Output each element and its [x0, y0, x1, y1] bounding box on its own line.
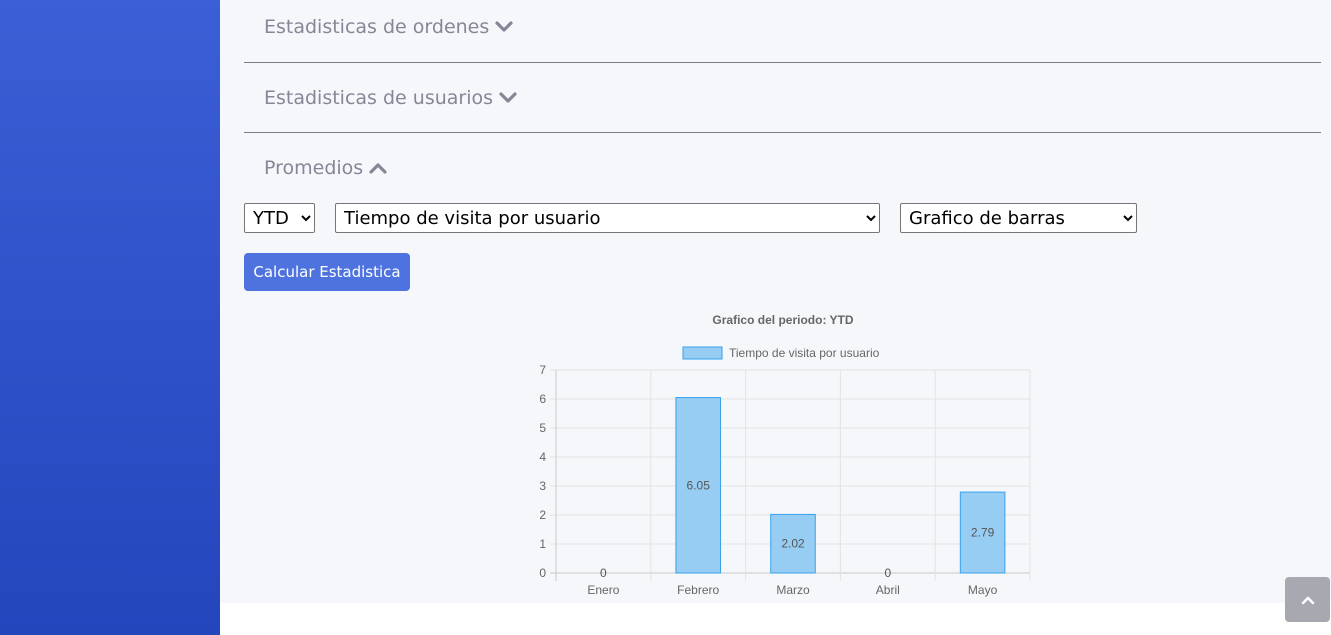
x-tick-label: Marzo — [776, 583, 810, 597]
y-tick-label: 0 — [539, 566, 546, 580]
section-orders-label: Estadisticas de ordenes — [264, 16, 490, 38]
section-orders-toggle[interactable]: Estadisticas de ordenes — [264, 15, 513, 39]
section-divider — [244, 132, 1321, 133]
chevron-down-icon — [495, 21, 513, 32]
chart-legend: Tiempo de visita por usuario — [682, 346, 880, 360]
main-content: Estadisticas de ordenes Estadisticas de … — [220, 0, 1331, 603]
sidebar — [0, 0, 220, 635]
x-tick-label: Mayo — [968, 583, 998, 597]
x-tick-label: Febrero — [677, 583, 719, 597]
legend-swatch — [682, 346, 723, 360]
y-tick-label: 4 — [539, 450, 546, 464]
data-label: 0 — [600, 566, 607, 580]
chart-container: Grafico del periodo: YTD Tiempo de visit… — [220, 300, 1331, 603]
section-users-label: Estadisticas de usuarios — [264, 87, 494, 109]
data-label: 6.05 — [687, 478, 711, 492]
data-label: 0 — [884, 566, 891, 580]
metric-select[interactable]: Tiempo de visita por usuario — [335, 203, 880, 233]
chart-type-select[interactable]: Grafico de barras — [900, 203, 1137, 233]
y-tick-label: 1 — [539, 537, 546, 551]
calculate-button[interactable]: Calcular Estadistica — [244, 253, 410, 291]
legend-label: Tiempo de visita por usuario — [729, 346, 880, 360]
chevron-down-icon — [499, 92, 517, 103]
y-tick-label: 3 — [539, 479, 546, 493]
y-tick-label: 2 — [539, 508, 546, 522]
y-tick-label: 5 — [539, 421, 546, 435]
data-label: 2.79 — [971, 526, 995, 540]
bar-chart: Grafico del periodo: YTD Tiempo de visit… — [539, 313, 1031, 597]
back-to-top-button[interactable] — [1285, 577, 1330, 622]
section-averages-toggle[interactable]: Promedios — [264, 156, 387, 180]
x-tick-label: Enero — [587, 583, 619, 597]
data-label: 2.02 — [781, 537, 805, 551]
section-users-toggle[interactable]: Estadisticas de usuarios — [264, 86, 517, 110]
section-averages-label: Promedios — [264, 157, 364, 179]
chevron-up-icon — [369, 163, 387, 174]
y-tick-label: 7 — [539, 363, 546, 377]
section-divider — [244, 62, 1321, 63]
x-tick-label: Abril — [876, 583, 900, 597]
chart-title: Grafico del periodo: YTD — [712, 313, 853, 327]
chevron-up-icon — [1301, 596, 1314, 604]
period-select[interactable]: YTD — [244, 203, 315, 233]
y-tick-label: 6 — [539, 392, 546, 406]
